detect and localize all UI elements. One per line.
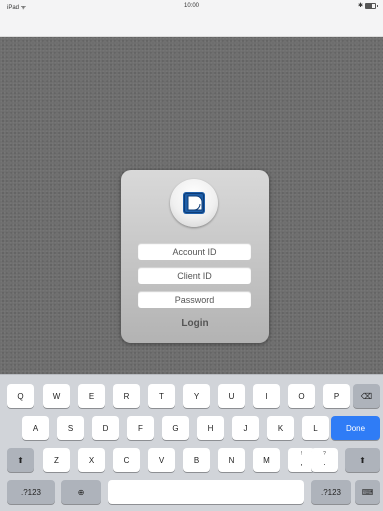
key-period-label: . [323,457,326,467]
key-p[interactable]: P [323,384,350,408]
key-l[interactable]: L [302,416,329,440]
account-id-field[interactable]: Account ID [138,243,251,260]
numbers-key-left[interactable]: .?123 [7,480,55,504]
key-s[interactable]: S [57,416,84,440]
key-exclamation-label: ! [300,451,303,457]
key-m[interactable]: M [253,448,280,472]
key-r[interactable]: R [113,384,140,408]
bluetooth-icon: ✱ [357,3,363,9]
space-bar[interactable] [108,480,304,504]
account-id-placeholder: Account ID [172,246,217,257]
password-placeholder: Password [174,294,215,305]
key-z[interactable]: Z [43,448,70,472]
shift-key-left[interactable]: ⬆ [7,448,34,472]
key-u[interactable]: U [218,384,245,408]
key-t[interactable]: T [148,384,175,408]
battery-icon [365,2,378,9]
status-bar: iPad ᯤ 10:00 ✱ [0,0,383,37]
key-h[interactable]: H [197,416,224,440]
client-id-field[interactable]: Client ID [138,267,251,284]
status-right: ✱ [357,2,378,9]
key-a[interactable]: A [22,416,49,440]
login-card: Account ID Client ID Password Login [121,170,269,343]
key-question-period[interactable]: ? . [311,448,338,472]
key-comma-label: , [300,457,303,467]
login-button[interactable]: Login [169,316,221,332]
key-k[interactable]: K [267,416,294,440]
key-x[interactable]: X [78,448,105,472]
client-id-placeholder: Client ID [177,270,212,281]
globe-key[interactable]: ⊕ [61,480,101,504]
key-n[interactable]: N [218,448,245,472]
key-q[interactable]: Q [7,384,34,408]
shift-key-right[interactable]: ⬆ [345,448,380,472]
on-screen-keyboard: Q W E R T Y U I O P ⌫ A S D F G H J K L … [0,374,383,511]
key-f[interactable]: F [127,416,154,440]
backspace-icon: ⌫ [360,391,373,401]
key-j[interactable]: J [232,416,259,440]
numbers-key-right[interactable]: .?123 [311,480,351,504]
key-i[interactable]: I [253,384,280,408]
key-v[interactable]: V [148,448,175,472]
globe-icon: ⊕ [77,487,85,497]
key-b[interactable]: B [183,448,210,472]
backspace-key[interactable]: ⌫ [353,384,380,408]
keyboard-hide-icon: ⌨ [361,487,374,497]
key-e[interactable]: E [78,384,105,408]
key-d[interactable]: D [92,416,119,440]
key-o[interactable]: O [288,384,315,408]
app-background: Account ID Client ID Password Login [0,37,383,374]
password-field[interactable]: Password [138,291,251,308]
hide-keyboard-key[interactable]: ⌨ [355,480,380,504]
shift-icon: ⬆ [359,455,366,465]
key-y[interactable]: Y [183,384,210,408]
key-question-label: ? [323,451,326,457]
status-time: 10:00 [183,3,199,9]
key-w[interactable]: W [43,384,70,408]
app-logo-icon [183,192,205,214]
app-logo [170,179,218,227]
key-g[interactable]: G [162,416,189,440]
shift-icon: ⬆ [17,455,24,465]
key-c[interactable]: C [113,448,140,472]
done-key[interactable]: Done [331,416,380,440]
